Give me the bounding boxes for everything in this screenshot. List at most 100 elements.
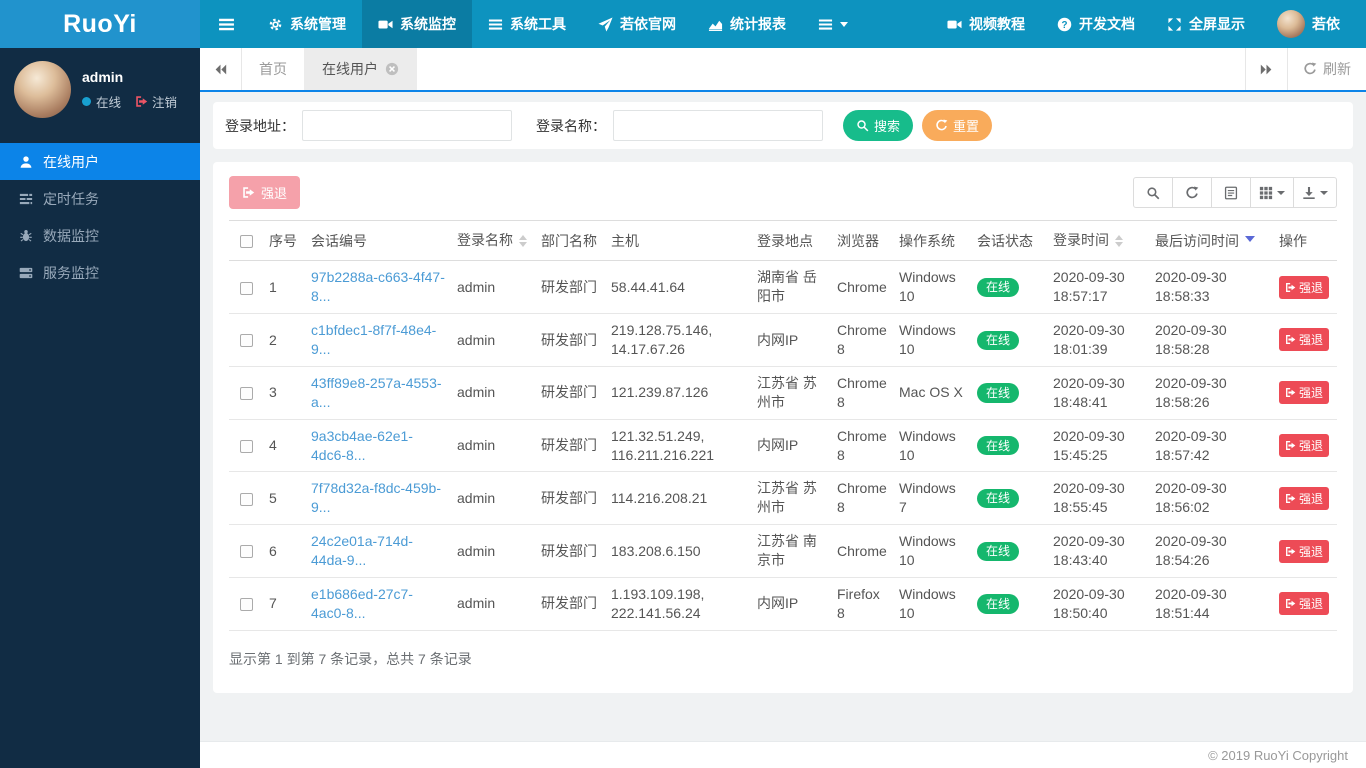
session-link[interactable]: 43ff89e8-257a-4553-a... [311, 375, 442, 410]
row-checkbox[interactable] [239, 545, 253, 559]
sign-out-icon [1285, 387, 1296, 398]
force-logout-button[interactable]: 强退 [1279, 486, 1330, 510]
search-button-label: 搜索 [874, 119, 901, 134]
sign-out-icon [135, 95, 148, 108]
cell-os: Windows 10 [893, 524, 971, 578]
list-icon [488, 17, 503, 32]
cell-browser: Chrome 8 [831, 471, 893, 526]
col-label: 登录地点 [757, 232, 813, 249]
user-panel: admin 在线 注销 [0, 48, 200, 135]
tab-home[interactable]: 首页 [242, 48, 305, 90]
cell-os: Windows 7 [893, 471, 971, 526]
force-logout-button[interactable]: 强退 [1279, 592, 1330, 616]
row-checkbox[interactable] [239, 439, 253, 453]
force-logout-button[interactable]: 强退 [1279, 434, 1330, 458]
sidebar-item-scheduled-tasks[interactable]: 定时任务 [0, 180, 200, 217]
cell-login-location: 内网IP [751, 419, 831, 473]
online-status-dot [82, 96, 91, 106]
search-panel: 登录地址： 登录名称： 搜索 重置 [213, 102, 1353, 149]
logout-link[interactable]: 注销 [135, 92, 177, 111]
force-logout-button[interactable]: 强退 [1279, 381, 1330, 405]
sidebar-item-label: 在线用户 [43, 153, 99, 170]
online-users-table: 序号 会话编号 登录名称 部门名称 主机 登录地点 浏览器 操作系统 会话状态 登录时间 最后访问时… [229, 219, 1337, 631]
login-address-input[interactable] [302, 110, 512, 141]
col-login-name[interactable]: 登录名称 [451, 219, 535, 262]
col-label: 最后访问时间 [1155, 232, 1239, 249]
col-host: 主机 [605, 219, 751, 262]
columns-button[interactable] [1250, 177, 1294, 208]
video-icon [947, 17, 962, 32]
force-logout-button[interactable]: 强退 [1279, 539, 1330, 563]
sidebar-item-label: 服务监控 [43, 264, 99, 281]
sidebar-item-label: 数据监控 [43, 227, 99, 244]
row-checkbox[interactable] [239, 387, 253, 401]
cell-host: 219.128.75.146, 14.17.67.26 [605, 313, 751, 367]
force-logout-label: 强退 [1299, 280, 1324, 295]
row-checkbox[interactable] [239, 492, 253, 506]
export-button[interactable] [1293, 177, 1337, 208]
refresh-table-button[interactable] [1172, 177, 1212, 208]
grid-icon [1259, 186, 1273, 200]
user-icon [19, 155, 33, 169]
session-link[interactable]: 7f78d32a-f8dc-459b-9... [311, 480, 441, 515]
refresh-icon [935, 119, 948, 132]
cell-login-name: admin [451, 419, 535, 473]
row-checkbox[interactable] [239, 281, 253, 295]
caret-down-icon [1277, 190, 1285, 199]
nav-item-profile[interactable]: 若依 [1261, 0, 1356, 48]
nav-item-dev-docs[interactable]: 开发文档 [1041, 0, 1151, 48]
force-logout-batch-button[interactable]: 强退 [229, 176, 301, 209]
session-link[interactable]: 97b2288a-c663-4f47-8... [311, 269, 445, 304]
cell-os: Mac OS X [893, 366, 971, 420]
cell-host: 58.44.41.64 [605, 260, 751, 315]
sort-icon [519, 231, 527, 251]
nav-item-system-monitor[interactable]: 系统监控 [362, 0, 472, 48]
force-logout-button[interactable]: 强退 [1279, 328, 1330, 352]
col-browser: 浏览器 [831, 219, 893, 262]
session-link[interactable]: 24c2e01a-714d-44da-9... [311, 533, 413, 568]
close-icon[interactable] [385, 62, 399, 76]
nav-item-system-manage[interactable]: 系统管理 [252, 0, 362, 48]
sign-out-icon [1285, 546, 1296, 557]
detail-view-button[interactable] [1211, 177, 1251, 208]
login-name-input[interactable] [613, 110, 823, 141]
row-checkbox[interactable] [239, 598, 253, 612]
scroll-tabs-right-button[interactable] [1245, 48, 1287, 90]
nav-item-fullscreen[interactable]: 全屏显示 [1151, 0, 1261, 48]
sidebar-item-data-monitor[interactable]: 数据监控 [0, 217, 200, 254]
scroll-tabs-left-button[interactable] [200, 48, 242, 90]
sidebar-item-online-users[interactable]: 在线用户 [0, 143, 200, 180]
col-login-time[interactable]: 登录时间 [1047, 219, 1149, 262]
nav-item-stats-report[interactable]: 统计报表 [692, 0, 802, 48]
sidebar-toggle-button[interactable] [200, 0, 252, 48]
table-row: 2 c1bfdec1-8f7f-48e4-9... admin 研发部门 219.128… [229, 313, 1337, 367]
session-link[interactable]: 9a3cb4ae-62e1-4dc6-8... [311, 428, 413, 463]
reset-button-label: 重置 [953, 119, 980, 134]
cell-login-time: 2020-09-30 18:57:17 [1047, 260, 1149, 315]
nav-item-ruoyi-site[interactable]: 若依官网 [582, 0, 692, 48]
tab-online-users[interactable]: 在线用户 [305, 48, 417, 90]
reset-button[interactable]: 重置 [922, 110, 993, 141]
select-all-checkbox[interactable] [239, 235, 253, 249]
row-checkbox[interactable] [239, 334, 253, 348]
search-toggle-button[interactable] [1133, 177, 1173, 208]
session-link[interactable]: e1b686ed-27c7-4ac0-8... [311, 586, 413, 621]
cell-browser: Chrome 8 [831, 313, 893, 367]
app-logo[interactable]: RuoYi [0, 0, 200, 48]
sidebar-item-service-monitor[interactable]: 服务监控 [0, 254, 200, 291]
user-avatar[interactable] [14, 61, 71, 118]
nav-item-more[interactable] [802, 0, 864, 48]
cell-host: 1.193.109.198, 222.141.56.24 [605, 577, 751, 631]
force-logout-button[interactable]: 强退 [1279, 275, 1330, 299]
tab-spacer [417, 48, 1245, 90]
user-name: admin [82, 68, 124, 85]
sign-out-icon [1285, 493, 1296, 504]
cell-login-time: 2020-09-30 18:43:40 [1047, 524, 1149, 578]
refresh-tab-button[interactable]: 刷新 [1287, 48, 1366, 90]
nav-item-system-tools[interactable]: 系统工具 [472, 0, 582, 48]
cell-dept-name: 研发部门 [535, 577, 605, 631]
col-last-access-time[interactable]: 最后访问时间 [1149, 219, 1273, 262]
nav-item-video-tutorial[interactable]: 视频教程 [931, 0, 1041, 48]
search-button[interactable]: 搜索 [843, 110, 914, 141]
session-link[interactable]: c1bfdec1-8f7f-48e4-9... [311, 322, 436, 357]
